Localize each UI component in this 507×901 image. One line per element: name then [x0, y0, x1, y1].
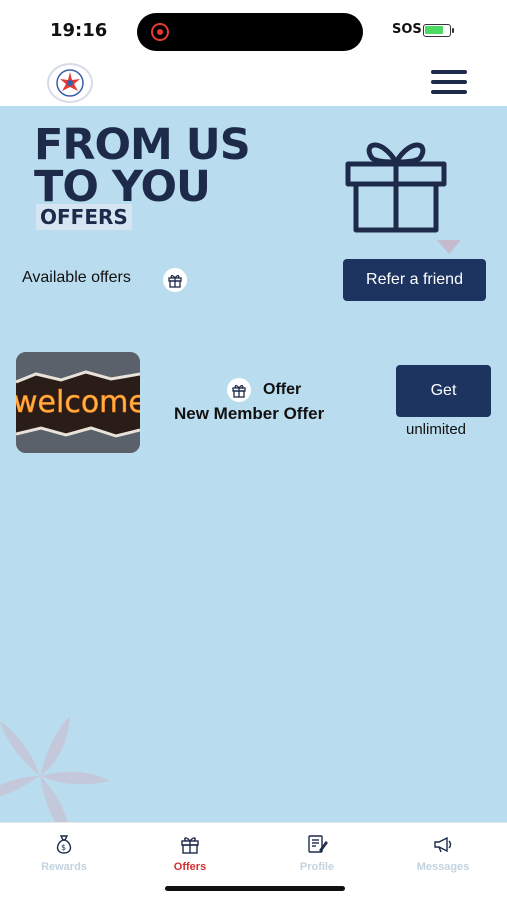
available-offers-label: Available offers: [22, 269, 131, 286]
tab-rewards[interactable]: $ Rewards: [14, 833, 114, 873]
tab-offers-label: Offers: [173, 861, 207, 873]
status-time: 19:16: [50, 20, 108, 41]
menu-icon[interactable]: [431, 68, 469, 96]
offer-gift-icon: [227, 378, 251, 402]
hero-line-1: FROM US: [34, 120, 251, 170]
offer-type-label: Offer: [263, 381, 302, 398]
gift-icon: [163, 268, 187, 292]
recording-indicator-icon: [151, 23, 169, 41]
gift-illustration-icon: [345, 142, 447, 233]
megaphone-icon: [434, 836, 452, 853]
tab-rewards-label: Rewards: [41, 861, 87, 873]
tab-profile-label: Profile: [299, 861, 335, 873]
battery-icon: [423, 24, 454, 37]
offer-image[interactable]: welcome: [16, 352, 140, 453]
tab-offers[interactable]: Offers: [140, 833, 240, 873]
app-header: [0, 60, 507, 106]
sos-indicator: SOS: [392, 22, 422, 37]
tab-messages[interactable]: Messages: [393, 833, 493, 873]
offers-tag: OFFERS: [36, 204, 132, 230]
profile-card-icon: [308, 835, 328, 853]
gift-icon: [181, 837, 199, 854]
offers-page: FROM US TO YOU OFFERS Available offers R…: [0, 106, 507, 822]
hero-headline: FROM US TO YOU: [34, 120, 251, 212]
decorative-marker: [437, 240, 461, 254]
decorative-flower: [0, 716, 110, 822]
hero-line-2: TO YOU: [34, 162, 211, 212]
offer-limit-text: unlimited: [406, 421, 467, 438]
refer-friend-button[interactable]: Refer a friend: [343, 259, 486, 301]
svg-text:$: $: [61, 843, 66, 852]
home-indicator[interactable]: [165, 886, 345, 891]
tab-profile[interactable]: Profile: [267, 833, 367, 873]
offer-title: New Member Offer: [174, 404, 325, 423]
star-logo-icon: [56, 69, 84, 97]
offer-image-text: welcome: [16, 385, 140, 420]
get-offer-button[interactable]: Get: [396, 365, 491, 417]
status-bar: 19:16 SOS: [0, 0, 507, 60]
money-bag-icon: $: [56, 835, 72, 854]
dynamic-island: [137, 13, 363, 51]
brand-logo[interactable]: [47, 63, 93, 103]
tab-messages-label: Messages: [416, 861, 470, 873]
